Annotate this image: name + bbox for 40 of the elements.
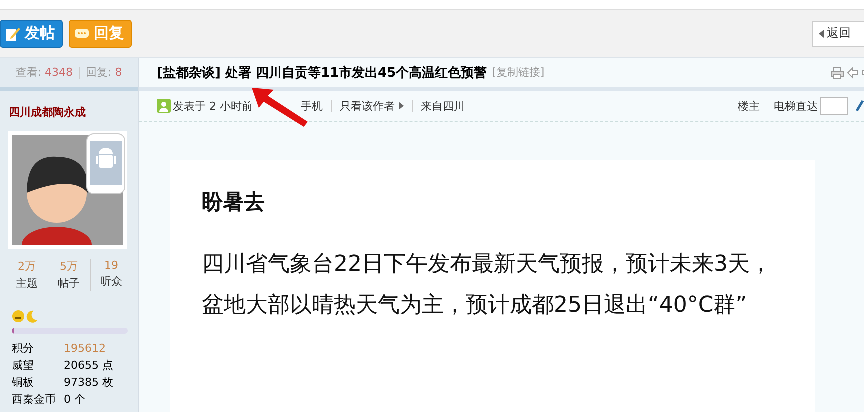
- stat-value[interactable]: 2万: [18, 259, 36, 274]
- user-icon: [157, 99, 171, 113]
- floor-label: 楼主: [738, 98, 760, 114]
- speech-bubble-icon: [74, 26, 90, 40]
- post-time: 发表于 2 小时前: [173, 98, 253, 114]
- stat-label: 帖子: [58, 276, 80, 291]
- back-to-list-button[interactable]: 返回: [812, 20, 864, 46]
- post-heading: 盼暑去: [202, 189, 266, 216]
- views-count: 查看: 4348: [16, 65, 73, 80]
- post-button[interactable]: 发帖: [0, 20, 63, 48]
- stat-label: 听众: [100, 274, 122, 289]
- floor-input[interactable]: [820, 97, 848, 115]
- caret-icon: [819, 30, 824, 38]
- previous-arrow-icon[interactable]: [847, 66, 859, 78]
- stat-label: 主题: [16, 276, 38, 291]
- reply-button[interactable]: 回复: [69, 20, 132, 48]
- info-label: 铜板: [12, 376, 35, 390]
- print-icon[interactable]: [831, 66, 844, 78]
- info-label: 积分: [12, 342, 35, 356]
- info-label: 威望: [12, 359, 35, 373]
- copy-link[interactable]: [复制链接]: [492, 65, 545, 80]
- post-device: 手机: [301, 98, 323, 114]
- post-location: 来自四川: [421, 98, 465, 114]
- info-value: 0 个: [64, 393, 86, 407]
- info-value: 195612: [64, 342, 107, 356]
- info-value: 20655 点: [64, 359, 114, 373]
- jump-label: 电梯直达: [774, 98, 818, 114]
- replies-count: 回复: 8: [86, 65, 122, 80]
- caret-icon: [399, 102, 404, 110]
- moon-icon: [26, 310, 39, 323]
- author-name[interactable]: 四川成都陶永成: [9, 106, 86, 119]
- pencil-icon: [5, 26, 21, 42]
- smiley-icon: [12, 310, 25, 323]
- only-author-link[interactable]: 只看该作者: [340, 98, 404, 114]
- info-label: 西秦金币: [12, 393, 57, 407]
- stat-value[interactable]: 5万: [60, 259, 78, 274]
- info-value: 97385 枚: [64, 376, 114, 390]
- thread-title: [盐都杂谈] 处署 四川自贡等11市发出45个高温红色预警: [157, 64, 488, 82]
- post-paragraph: 四川省气象台22日下午发布最新天气预报，预计未来3天，盆地大部以晴热天气为主，预计成都25日退出“40°C群”: [202, 251, 773, 320]
- stat-value[interactable]: 19: [104, 259, 118, 272]
